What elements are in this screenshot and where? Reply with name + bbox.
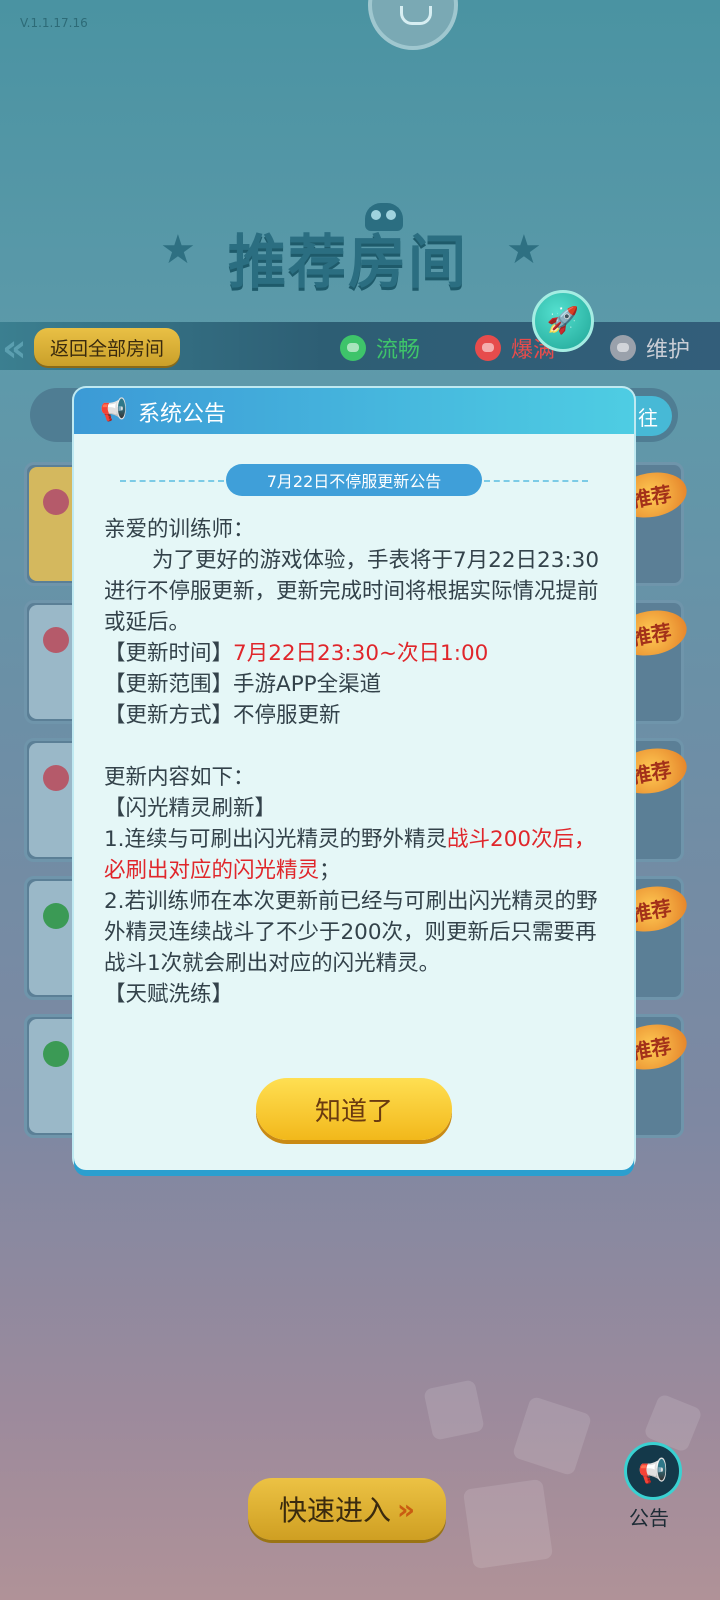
announcement-label: 公告 [629, 1506, 669, 1530]
top-menu-button[interactable] [368, 0, 458, 50]
star-icon: ★ [506, 227, 542, 273]
double-arrow-icon: » [396, 1492, 416, 1526]
decoration [511, 1395, 593, 1477]
announcement-body[interactable]: 亲爱的训练师： 为了更好的游戏体验，手表将于7月22日23:30进行不停服更新，… [104, 514, 610, 1054]
legend-smooth: 流畅 [340, 330, 420, 366]
status-dot-icon [340, 335, 366, 361]
star-icon: ★ [160, 227, 196, 273]
page-title-banner: ★ 推荐房间 ★ [160, 203, 560, 296]
decoration [423, 1379, 485, 1441]
intro-text: 为了更好的游戏体验，手表将于7月22日23:30进行不停服更新，更新完成时间将根… [104, 548, 599, 635]
divider [120, 480, 224, 482]
announcement-subtitle: 7月22日不停服更新公告 [226, 464, 482, 496]
decoration [462, 1478, 554, 1570]
content-heading: 更新内容如下： [104, 765, 255, 790]
section-heading: 【天赋洗练】 [104, 982, 234, 1007]
acknowledge-button[interactable]: 知道了 [256, 1078, 452, 1140]
update-time: 【更新时间】7月22日23:30~次日1:00 [104, 641, 489, 666]
legend-label: 维护 [646, 338, 691, 363]
dialog-header: 📢 系统公告 [74, 388, 634, 434]
megaphone-icon: 📢 [638, 1457, 668, 1485]
back-to-all-rooms-button[interactable]: 返回全部房间 [34, 328, 180, 366]
quick-enter-label: 快速进入 [278, 1494, 391, 1527]
chevron-left-icon: « [2, 326, 27, 370]
announcement-button[interactable]: 📢 [624, 1442, 682, 1500]
legend-maintenance: 维护 [610, 330, 690, 366]
legend-label: 流畅 [376, 338, 421, 363]
page-title: 推荐房间 [228, 228, 469, 296]
divider [484, 480, 588, 482]
version-label: V.1.1.17.16 [20, 16, 88, 30]
update-method: 【更新方式】不停服更新 [104, 703, 341, 728]
system-announcement-dialog: 📢 系统公告 7月22日不停服更新公告 亲爱的训练师： 为了更好的游戏体验，手表… [74, 388, 634, 1170]
update-scope: 【更新范围】手游APP全渠道 [104, 672, 382, 697]
list-item: 1.连续与可刷出闪光精灵的野外精灵战斗200次后，必刷出对应的闪光精灵； [104, 827, 596, 883]
dialog-title: 系统公告 [138, 402, 227, 427]
greeting: 亲爱的训练师： [104, 517, 255, 542]
status-dot-icon [610, 335, 636, 361]
bell-icon [400, 6, 432, 25]
quick-enter-button[interactable]: 快速进入 » [248, 1478, 446, 1540]
status-dot-icon [475, 335, 501, 361]
section-heading: 【闪光精灵刷新】 [104, 796, 277, 821]
list-item: 2.若训练师在本次更新前已经与可刷出闪光精灵的野外精灵连续战斗了不少于200次，… [104, 889, 598, 976]
megaphone-icon: 📢 [100, 397, 128, 423]
rocket-icon[interactable]: 🚀 [532, 290, 594, 352]
